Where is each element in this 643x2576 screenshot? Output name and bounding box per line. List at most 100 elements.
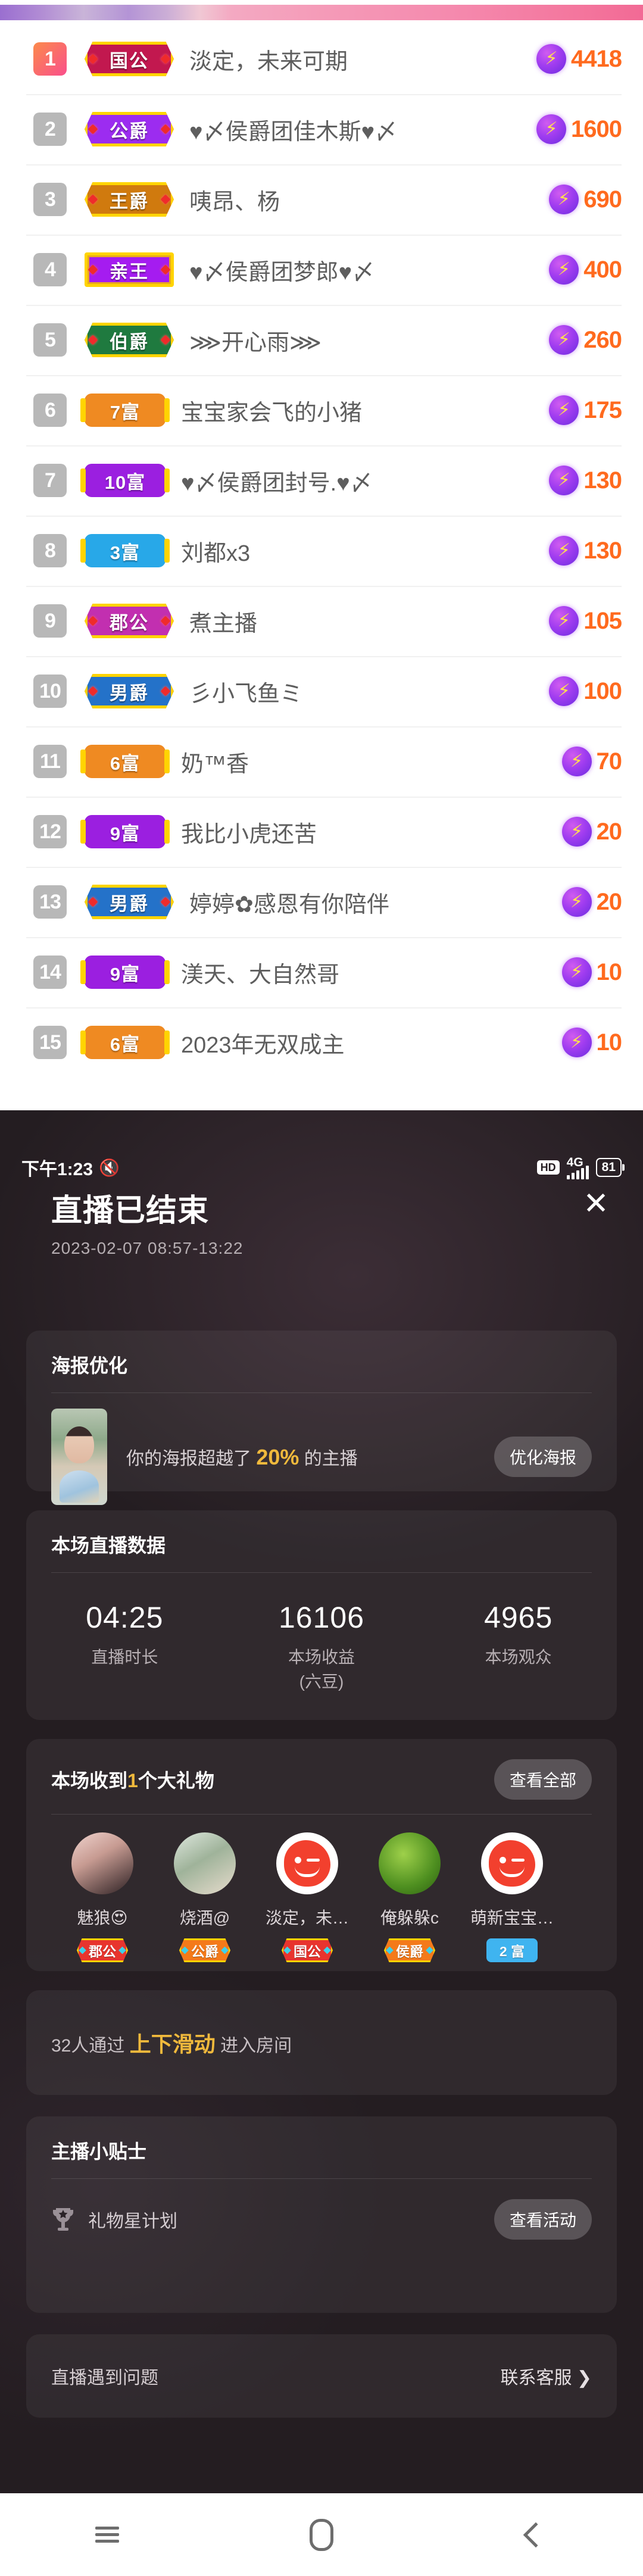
- gift-sender-name: 萌新宝宝…: [470, 1909, 554, 1927]
- poster-percent: 20%: [256, 1445, 299, 1469]
- rank-row[interactable]: 10 男爵 彡小飞鱼ミ ⚡ 100: [0, 656, 643, 726]
- lightning-icon: ⚡: [549, 676, 579, 706]
- session-date-range: 2023-02-07 08:57-13:22: [51, 1239, 244, 1257]
- tips-card-title: 主播小贴士: [51, 2141, 147, 2162]
- user-level-badge: 伯爵: [85, 323, 174, 357]
- poster-text-after: 的主播: [299, 1449, 358, 1469]
- view-activity-button[interactable]: 查看活动: [494, 2199, 592, 2240]
- score-group: ⚡ 260: [549, 325, 622, 355]
- user-nickname: 淡定，未来可期: [189, 49, 348, 74]
- lightning-icon: ⚡: [561, 1028, 592, 1057]
- home-button[interactable]: [268, 2508, 375, 2562]
- recent-apps-button[interactable]: [54, 2508, 161, 2562]
- user-level-badge: 6富: [80, 1026, 170, 1059]
- score-group: ⚡ 105: [549, 606, 622, 636]
- poster-description: 你的海报超越了 20% 的主播: [126, 1444, 358, 1470]
- score-value: 70: [596, 748, 622, 775]
- status-bar: 下午1:23 🔇 HD 4G 81: [0, 1152, 643, 1183]
- gifts-title-after: 个大礼物: [138, 1770, 214, 1791]
- score-group: ⚡ 10: [561, 957, 622, 987]
- hd-icon: HD: [536, 1160, 560, 1175]
- user-level-badge: 7富: [80, 394, 170, 427]
- status-time: 下午1:23: [21, 1160, 93, 1179]
- user-nickname: 渼天、大自然哥: [181, 962, 340, 988]
- avatar[interactable]: [379, 1832, 441, 1894]
- gift-sender[interactable]: 萌新宝宝… 2 富: [461, 1832, 563, 1962]
- user-level-badge: 男爵: [85, 674, 174, 708]
- mute-icon: 🔇: [99, 1158, 120, 1177]
- rank-row[interactable]: 4 亲王 ♥〆侯爵团梦郎♥〆 ⚡ 400: [0, 235, 643, 305]
- rank-row[interactable]: 5 伯爵 ⋙开心雨⋙ ⚡ 260: [0, 305, 643, 375]
- status-indicators: HD 4G 81: [536, 1156, 622, 1179]
- avatar[interactable]: [481, 1832, 543, 1894]
- poster-thumbnail[interactable]: [51, 1409, 107, 1505]
- rank-row[interactable]: 7 10富 ♥〆侯爵团封号.♥〆 ⚡ 130: [0, 445, 643, 516]
- lightning-icon: ⚡: [549, 255, 579, 285]
- close-icon[interactable]: ✕: [575, 1183, 617, 1225]
- gift-sender-badge-wrap: 2 富: [461, 1938, 563, 1962]
- rank-row[interactable]: 13 男爵 婷婷✿感恩有你陪伴 ⚡ 20: [0, 867, 643, 937]
- score-value: 20: [596, 888, 622, 915]
- rank-row[interactable]: 12 9富 我比小虎还苦 ⚡ 20: [0, 797, 643, 867]
- view-all-gifts-button[interactable]: 查看全部: [494, 1759, 592, 1800]
- avatar[interactable]: [276, 1832, 338, 1894]
- stat-item: 04:25 直播时长: [26, 1600, 223, 1694]
- lightning-icon: ⚡: [549, 395, 579, 425]
- back-button[interactable]: [482, 2508, 589, 2562]
- rank-row[interactable]: 1 国公 淡定，未来可期 ⚡ 4418: [0, 24, 643, 94]
- avatar[interactable]: [71, 1832, 133, 1894]
- score-value: 130: [583, 537, 622, 564]
- tips-row: 礼物星计划 查看活动: [26, 2179, 617, 2240]
- gift-sender[interactable]: 俺躲躲c 侯爵: [358, 1832, 461, 1962]
- user-level-badge: 3富: [80, 534, 170, 567]
- gift-sender-badge-wrap: 国公: [256, 1938, 358, 1962]
- score-group: ⚡ 175: [549, 395, 622, 425]
- score-group: ⚡ 100: [549, 676, 622, 706]
- rank-position: 12: [33, 815, 67, 848]
- big-gifts-card: 本场收到1个大礼物 查看全部 魅狼😍 郡公 烧酒@ 公爵 淡定，未… 国公 俺躲躲c 侯爵 萌新…: [26, 1739, 617, 1971]
- rank-row[interactable]: 14 9富 渼天、大自然哥 ⚡ 10: [0, 937, 643, 1007]
- user-nickname: 彡小飞鱼ミ: [189, 681, 303, 707]
- live-end-panel: 下午1:23 🔇 HD 4G 81 直播已结束 ✕ 2023-02-07 08:…: [0, 1110, 643, 2493]
- rank-row[interactable]: 2 公爵 ♥〆侯爵团佳木斯♥〆 ⚡ 1600: [0, 94, 643, 164]
- host-tips-card: 主播小贴士 礼物星计划 查看活动: [26, 2116, 617, 2313]
- gift-sender-grid: 魅狼😍 郡公 烧酒@ 公爵 淡定，未… 国公 俺躲躲c 侯爵 萌新宝宝… 2 富: [26, 1815, 617, 1962]
- home-icon: [310, 2518, 333, 2551]
- rank-row[interactable]: 9 郡公 煮主播 ⚡ 105: [0, 586, 643, 656]
- score-value: 20: [596, 818, 622, 845]
- user-level-badge: 2 富: [486, 1938, 538, 1962]
- rank-position: 2: [33, 113, 67, 146]
- gift-sender[interactable]: 淡定，未… 国公: [256, 1832, 358, 1962]
- user-level-badge: 国公: [282, 1938, 333, 1962]
- gift-sender[interactable]: 魅狼😍 郡公: [51, 1832, 154, 1962]
- rank-row[interactable]: 15 6富 2023年无双成主 ⚡ 10: [0, 1007, 643, 1078]
- optimize-poster-button[interactable]: 优化海报: [494, 1437, 592, 1477]
- page-title: 直播已结束: [51, 1194, 210, 1228]
- rank-row[interactable]: 3 王爵 咦昂、杨 ⚡ 690: [0, 164, 643, 235]
- stat-label: 本场收益 (六豆): [288, 1648, 355, 1691]
- signal-bars-icon: [566, 1165, 589, 1179]
- score-group: ⚡ 400: [549, 255, 622, 285]
- user-level-badge: 国公: [85, 42, 174, 76]
- contact-support-link[interactable]: 联系客服 ❯: [501, 2363, 592, 2389]
- gift-sender[interactable]: 烧酒@ 公爵: [154, 1832, 256, 1962]
- trophy-icon: [51, 2206, 75, 2232]
- support-card[interactable]: 直播遇到问题 联系客服 ❯: [26, 2334, 617, 2418]
- rank-position: 7: [33, 464, 67, 497]
- back-chevron-icon: [523, 2522, 549, 2547]
- score-group: ⚡ 70: [561, 747, 622, 776]
- avatar[interactable]: [174, 1832, 236, 1894]
- score-value: 690: [583, 186, 622, 213]
- tips-item-label: 礼物星计划: [88, 2212, 177, 2231]
- rank-position: 6: [33, 394, 67, 427]
- lightning-icon: ⚡: [536, 114, 567, 144]
- rank-row[interactable]: 8 3富 刘都x3 ⚡ 130: [0, 516, 643, 586]
- score-group: ⚡ 1600: [536, 114, 622, 144]
- gradient-header-bar: [0, 5, 643, 20]
- score-group: ⚡ 20: [561, 887, 622, 917]
- rank-position: 5: [33, 323, 67, 357]
- user-nickname: ♥〆侯爵团封号.♥〆: [181, 470, 373, 496]
- rank-row[interactable]: 11 6富 奶™香 ⚡ 70: [0, 726, 643, 797]
- rank-row[interactable]: 6 7富 宝宝家会飞的小猪 ⚡ 175: [0, 375, 643, 445]
- score-value: 105: [583, 607, 622, 634]
